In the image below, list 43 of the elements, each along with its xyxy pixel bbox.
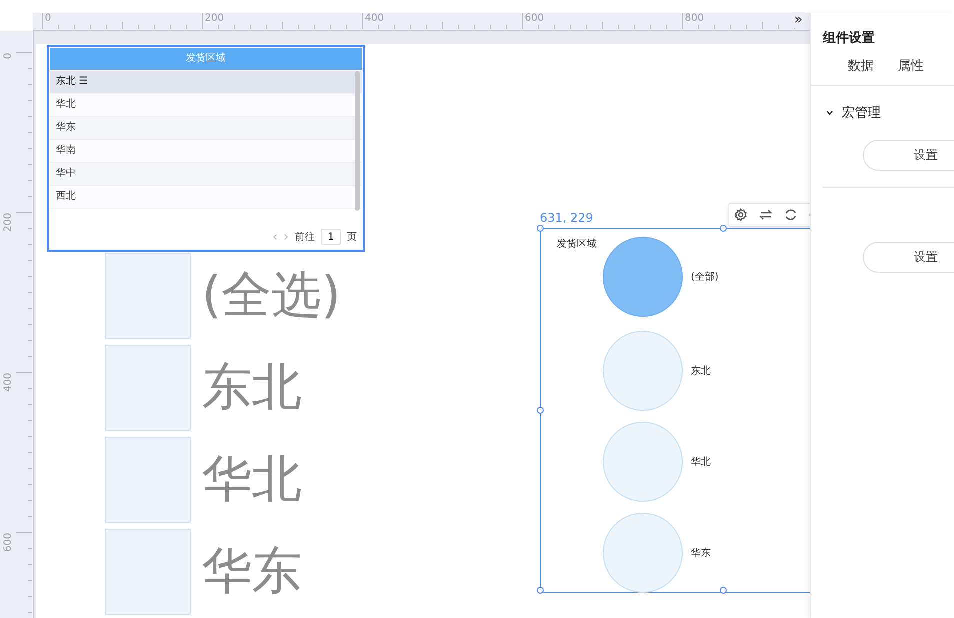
caret-icon[interactable] <box>826 109 834 117</box>
ruler-number: 200 <box>4 213 14 232</box>
option-label: 华北 <box>691 456 711 469</box>
checkbox[interactable] <box>105 529 191 615</box>
checkbox[interactable] <box>105 345 191 431</box>
page-suffix: 页 <box>347 231 357 244</box>
scrollbar[interactable] <box>355 71 360 211</box>
ruler-number: 600 <box>4 533 14 552</box>
option-label: 东北 <box>202 357 302 418</box>
ruler-number: 0 <box>45 13 52 25</box>
ruler-number: 400 <box>4 373 14 392</box>
table-header: 发货区域 <box>50 48 362 70</box>
page-input[interactable]: 1 <box>321 229 341 245</box>
refresh-icon[interactable] <box>784 208 798 222</box>
checkbox[interactable] <box>105 437 191 523</box>
option-label: 华北 <box>202 449 302 510</box>
ruler-number: 800 <box>685 13 704 25</box>
option-label: 华东 <box>202 541 302 602</box>
settings-icon[interactable] <box>734 208 748 222</box>
option-label: 东北 <box>691 364 711 378</box>
ruler-number: 400 <box>365 13 384 25</box>
ruler-number: 0 <box>4 53 14 60</box>
table-row[interactable]: 华中 <box>50 163 362 186</box>
panel-title: 组件设置 <box>822 30 876 47</box>
expand-button[interactable]: » <box>792 12 805 28</box>
table-row[interactable]: 东北 ☰ <box>50 71 362 94</box>
widget-title: 发货区域 <box>557 238 597 251</box>
swap-icon[interactable] <box>759 208 774 222</box>
section-title[interactable]: 宏管理 <box>842 104 881 122</box>
settings-button[interactable]: 设置 <box>863 242 954 273</box>
option-label: (全选) <box>202 265 342 326</box>
tab[interactable]: 数据 <box>848 57 874 75</box>
option-label: (全部) <box>691 270 719 284</box>
ruler-number: 200 <box>205 13 224 25</box>
tab[interactable]: 属性 <box>898 57 924 75</box>
checkbox[interactable] <box>105 253 191 339</box>
position-label: 631, 229 <box>540 211 594 225</box>
table-row[interactable]: 华东 <box>50 117 362 140</box>
settings-button[interactable]: 设置 <box>863 140 954 171</box>
menu-icon[interactable]: ☰ <box>79 71 88 93</box>
option-label: 华东 <box>691 546 711 560</box>
goto-label: 前往 <box>295 230 315 244</box>
ruler-number: 600 <box>525 13 544 25</box>
